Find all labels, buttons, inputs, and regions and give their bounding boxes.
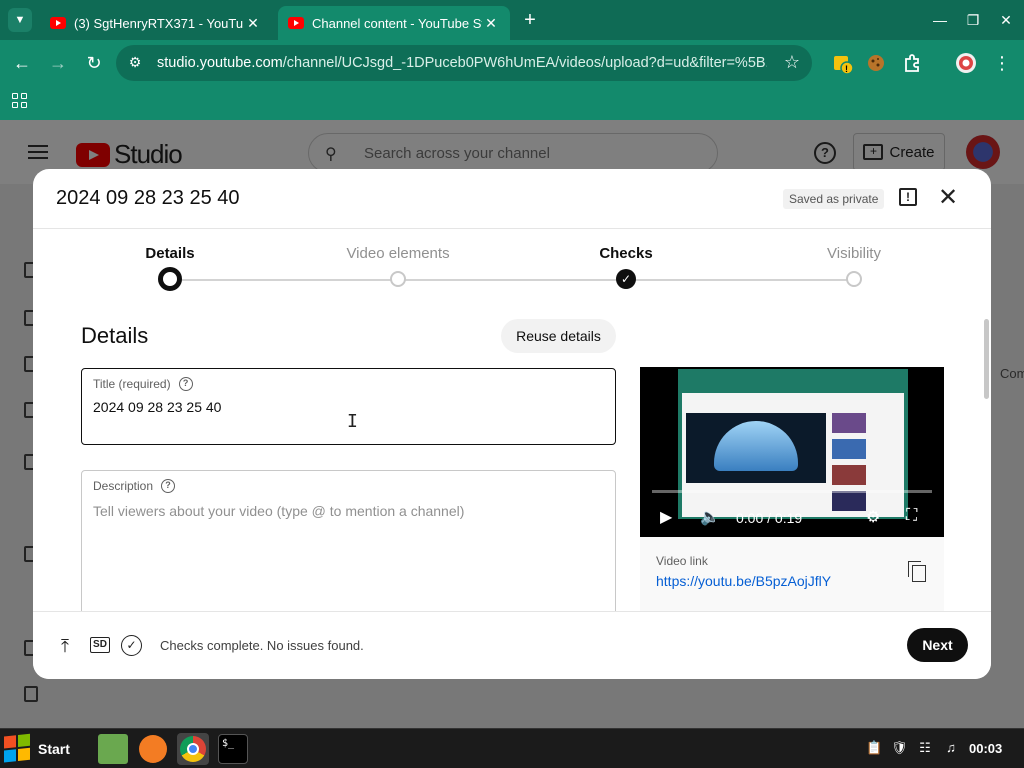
ubuntu-software-icon[interactable] [139,735,167,763]
settings-gear-icon[interactable]: ⚙ [866,507,880,527]
step-details[interactable]: Details [90,245,250,262]
tab-title: (3) SgtHenryRTX371 - YouTube [74,15,244,31]
fullscreen-icon[interactable]: ⛶ [906,507,917,525]
upload-dialog: 2024 09 28 23 25 40 Saved as private ! ✕… [33,169,991,679]
dialog-title: 2024 09 28 23 25 40 [56,187,240,209]
youtube-favicon-icon [50,17,66,29]
title-field-label: Title (required) ? [93,377,193,391]
sd-quality-icon[interactable]: SD [90,637,110,653]
terminal-icon[interactable]: $_ [218,734,248,764]
address-bar[interactable]: ⚙ studio.youtube.com/channel/UCJsgd_-1DP… [116,45,812,81]
upload-status-icon[interactable]: ⤒ [61,636,69,657]
restore-icon[interactable]: ❐ [961,8,985,32]
step-video-elements[interactable]: Video elements [318,245,478,262]
dialog-scrollbar[interactable] [984,319,989,399]
video-progress-bar[interactable] [652,490,932,493]
cookie-extension-icon[interactable] [866,53,888,75]
start-button[interactable]: Start [4,733,70,765]
bookmark-star-icon[interactable]: ☆ [784,52,800,73]
dialog-footer: ⤒ SD ✓ Checks complete. No issues found.… [33,612,991,679]
forward-icon[interactable]: → [46,51,70,75]
window-close-icon[interactable]: ✕ [994,8,1018,32]
reuse-details-button[interactable]: Reuse details [501,319,616,353]
svg-text:!: ! [845,64,848,74]
network-tray-icon[interactable]: ☷ [917,740,933,756]
new-tab-button[interactable]: + [518,9,542,33]
back-icon[interactable]: ← [10,51,34,75]
site-info-icon[interactable]: ⚙ [126,54,144,72]
bookmarks-bar [0,86,1024,120]
details-heading: Details [81,323,149,348]
file-manager-icon[interactable] [98,734,128,764]
dialog-header-divider [33,228,991,229]
step-video-elements-dot-icon[interactable] [390,271,406,287]
apps-grid-icon[interactable] [12,93,28,109]
text-cursor-icon: I [347,411,358,432]
tab-close-icon[interactable]: ✕ [244,15,262,32]
volume-icon[interactable]: 🔈 [700,507,720,527]
description-field[interactable]: Description ? Tell viewers about your vi… [81,470,616,630]
tab-close-icon[interactable]: ✕ [482,15,500,32]
saved-status-badge: Saved as private [783,189,885,209]
browser-tab-strip: ▼ (3) SgtHenryRTX371 - YouTube ✕ Channel… [0,0,1024,40]
youtube-favicon-icon [288,17,304,29]
step-details-current-icon[interactable] [158,267,182,291]
title-field[interactable]: Title (required) ? 2024 09 28 23 25 40 I [81,368,616,445]
step-visibility[interactable]: Visibility [774,245,934,262]
upload-stepper: Details Video elements Checks Visibility… [33,239,991,299]
video-link[interactable]: https://youtu.be/B5pzAojJflY [656,573,831,589]
copy-link-icon[interactable] [908,561,926,582]
taskbar-clock: 00:03 [969,741,1003,756]
tab-youtube-channel[interactable]: (3) SgtHenryRTX371 - YouTube ✕ [40,6,272,40]
help-question-icon[interactable]: ? [161,479,176,493]
clipboard-tray-icon[interactable]: 📋 [866,740,882,756]
next-button[interactable]: Next [907,628,968,662]
tab-title: Channel content - YouTube Studio [312,15,482,31]
video-frame-thumbnail [678,369,908,519]
checks-status-text: Checks complete. No issues found. [160,638,364,653]
checks-complete-icon[interactable]: ✓ [121,635,142,656]
video-link-label: Video link [656,554,708,568]
video-time: 0:00 / 0:19 [736,510,803,526]
report-feedback-icon[interactable]: ! [899,188,917,206]
video-player[interactable]: ▶ 🔈 0:00 / 0:19 ⚙ ⛶ [640,367,944,537]
step-checks[interactable]: Checks [546,245,706,262]
security-tray-icon[interactable]: 🛡 [891,740,908,756]
video-preview-panel: ▶ 🔈 0:00 / 0:19 ⚙ ⛶ Video link https://y… [640,367,944,617]
description-input[interactable]: Tell viewers about your video (type @ to… [93,503,464,519]
step-checks-done-icon[interactable]: ✓ [616,269,636,289]
browser-toolbar: ← → ↻ ⚙ studio.youtube.com/channel/UCJsg… [0,40,1024,86]
os-taskbar: Start $_ 📋 🛡 ☷ ♫ 00:03 [0,728,1024,768]
url-text[interactable]: studio.youtube.com/channel/UCJsgd_-1DPuc… [157,55,767,71]
help-question-icon[interactable]: ? [178,377,193,391]
stepper-track [170,279,854,281]
extensions-puzzle-icon[interactable] [902,53,924,75]
tab-channel-content[interactable]: Channel content - YouTube Studio ✕ [278,6,510,40]
reload-icon[interactable]: ↻ [82,51,106,75]
browser-menu-icon[interactable]: ⋮ [990,51,1014,75]
play-icon[interactable]: ▶ [660,507,672,527]
extension-badge-icon[interactable]: ! [832,53,854,75]
description-field-label: Description ? [93,479,176,493]
chrome-icon[interactable] [177,733,209,765]
profile-avatar[interactable] [955,52,977,74]
music-tray-icon[interactable]: ♫ [943,740,959,756]
windows-logo-icon [4,733,32,765]
minimize-icon[interactable]: — [928,8,952,32]
step-visibility-dot-icon[interactable] [846,271,862,287]
close-dialog-icon[interactable]: ✕ [935,185,961,211]
title-input[interactable]: 2024 09 28 23 25 40 [93,399,221,415]
tab-search-button[interactable]: ▼ [8,8,32,32]
